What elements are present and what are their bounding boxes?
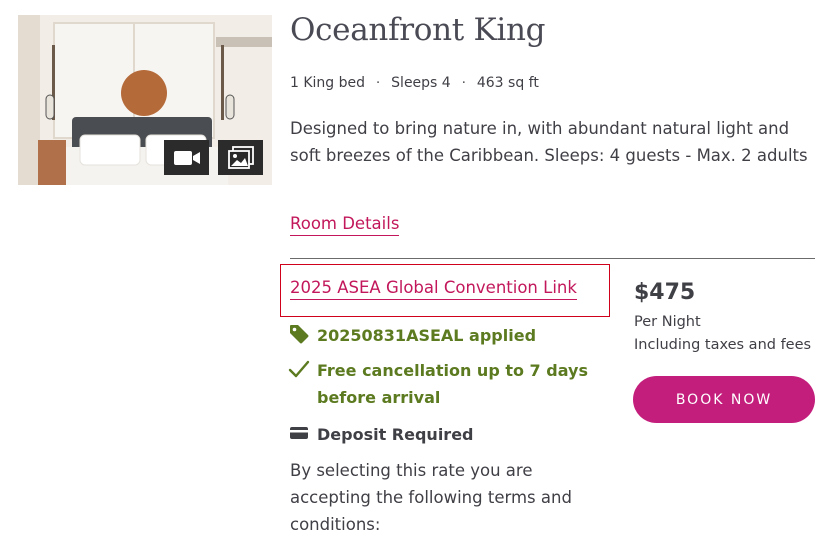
- taxes-note: Including taxes and fees: [634, 337, 812, 353]
- occupancy: Sleeps 4: [391, 75, 451, 91]
- room-meta: 1 King bed · Sleeps 4 · 463 sq ft: [290, 75, 539, 91]
- cancellation-policy: Free cancellation up to 7 days before ar…: [288, 357, 608, 411]
- room-photo[interactable]: [18, 15, 272, 185]
- meta-separator: ·: [461, 75, 466, 91]
- meta-separator: ·: [376, 75, 381, 91]
- promo-text: 20250831ASEAL applied: [317, 326, 537, 345]
- section-divider: [290, 258, 815, 259]
- gallery-button[interactable]: [218, 140, 263, 175]
- price-amount: $475: [634, 280, 696, 305]
- cancellation-text: Free cancellation up to 7 days before ar…: [317, 361, 588, 407]
- bed-type: 1 King bed: [290, 75, 366, 91]
- room-description: Designed to bring nature in, with abunda…: [290, 119, 808, 165]
- book-now-button[interactable]: BOOK NOW: [633, 376, 815, 423]
- room-title: Oceanfront King: [290, 12, 546, 48]
- rate-name-link[interactable]: 2025 ASEA Global Convention Link: [290, 278, 577, 300]
- video-button[interactable]: [164, 140, 209, 175]
- deposit-text: Deposit Required: [317, 425, 474, 444]
- video-camera-icon: [173, 150, 200, 165]
- promo-applied: 20250831ASEAL applied: [288, 322, 536, 349]
- room-details-link[interactable]: Room Details: [290, 214, 400, 236]
- checkmark-icon: [288, 360, 310, 378]
- deposit-notice: Deposit Required: [288, 421, 474, 448]
- per-night-label: Per Night: [634, 314, 701, 330]
- terms-text: By selecting this rate you are accepting…: [290, 461, 572, 534]
- room-size: 463 sq ft: [476, 75, 539, 91]
- tag-icon: [290, 325, 309, 344]
- photo-gallery-icon: [227, 145, 254, 169]
- credit-card-icon: [290, 427, 308, 439]
